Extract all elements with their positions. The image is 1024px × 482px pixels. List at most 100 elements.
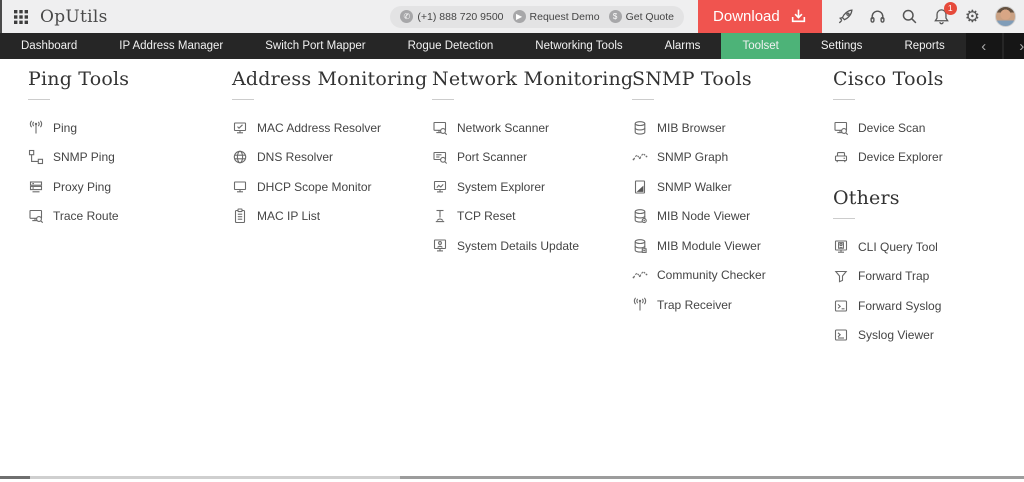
- tool-item-dhcp-scope-monitor[interactable]: DHCP Scope Monitor: [232, 172, 427, 202]
- nav-tab-ip-address-manager[interactable]: IP Address Manager: [98, 33, 244, 59]
- tool-item-network-scanner[interactable]: Network Scanner: [432, 113, 633, 143]
- tool-item-ping[interactable]: Ping: [28, 113, 129, 143]
- cli-terminal-icon: [833, 239, 849, 255]
- tool-item-trace-route[interactable]: Trace Route: [28, 202, 129, 232]
- tool-item-snmp-walker[interactable]: SNMP Walker: [632, 172, 766, 202]
- tool-item-trap-receiver[interactable]: Trap Receiver: [632, 290, 766, 320]
- tool-item-label: Proxy Ping: [53, 179, 112, 194]
- nav-tab-dashboard[interactable]: Dashboard: [0, 33, 98, 59]
- tool-item-snmp-ping[interactable]: SNMP Ping: [28, 143, 129, 173]
- nav-scroll-controls: ‹ ›: [965, 33, 1024, 59]
- section-title-others: Others: [833, 187, 900, 209]
- nav-tab-toolset[interactable]: Toolset: [721, 33, 800, 59]
- line-graph-icon: [632, 267, 648, 283]
- screen-search-icon: [432, 149, 448, 165]
- nav-tab-switch-port-mapper[interactable]: Switch Port Mapper: [244, 33, 386, 59]
- bell-icon[interactable]: 1: [933, 2, 957, 25]
- plunger-icon: [432, 208, 448, 224]
- nav-tab-rogue-detection[interactable]: Rogue Detection: [387, 33, 515, 59]
- tool-item-mib-module-viewer[interactable]: MIB Module Viewer: [632, 231, 766, 261]
- get-quote-link[interactable]: $ Get Quote: [608, 10, 674, 23]
- tool-item-system-explorer[interactable]: System Explorer: [432, 172, 633, 202]
- antenna-icon: [28, 120, 44, 136]
- tool-item-label: Forward Trap: [858, 269, 930, 284]
- antenna-icon: [632, 297, 648, 313]
- app-grid-icon[interactable]: [13, 9, 29, 25]
- avatar[interactable]: [995, 6, 1016, 27]
- section-underline: [833, 99, 855, 100]
- funnel-icon: [833, 268, 849, 284]
- tool-item-label: DHCP Scope Monitor: [257, 179, 372, 194]
- tool-item-label: SNMP Ping: [53, 150, 115, 165]
- tool-item-proxy-ping[interactable]: Proxy Ping: [28, 172, 129, 202]
- section-underline: [232, 99, 254, 100]
- nav-scroll-right-icon[interactable]: ›: [1003, 33, 1024, 59]
- tool-item-cli-query-tool[interactable]: CLI Query Tool: [833, 232, 944, 262]
- tool-item-forward-syslog[interactable]: Forward Syslog: [833, 291, 944, 321]
- terminal-icon: [833, 298, 849, 314]
- tool-item-syslog-viewer[interactable]: Syslog Viewer: [833, 321, 944, 351]
- monitor-person-icon: [432, 238, 448, 254]
- topbar: OpUtils ✆ (+1) 888 720 9500 ▶ Request De…: [0, 0, 1024, 33]
- tool-item-label: System Explorer: [457, 179, 546, 194]
- notification-badge: 1: [943, 2, 957, 15]
- rocket-icon[interactable]: [837, 8, 854, 25]
- download-icon: [790, 8, 807, 25]
- nav-tab-alarms[interactable]: Alarms: [644, 33, 722, 59]
- tool-item-label: CLI Query Tool: [858, 239, 938, 254]
- scrollbar-thumb[interactable]: [30, 476, 400, 479]
- section-underline: [432, 99, 454, 100]
- horizontal-scrollbar[interactable]: [0, 476, 1024, 479]
- monitor-icon: [232, 179, 248, 195]
- phone-link[interactable]: ✆ (+1) 888 720 9500: [400, 10, 504, 23]
- nav-scroll-left-icon[interactable]: ‹: [965, 33, 1002, 59]
- tool-item-label: MAC Address Resolver: [257, 120, 382, 135]
- tool-item-system-details-update[interactable]: System Details Update: [432, 231, 633, 261]
- primary-nav: Dashboard IP Address Manager Switch Port M…: [0, 33, 1024, 59]
- app-title: OpUtils: [40, 6, 108, 27]
- line-graph-icon: [632, 149, 648, 165]
- toolset-panel: Ping Tools Ping SNMP Ping Proxy Ping Trace R…: [0, 59, 1024, 476]
- nav-tab-networking-tools[interactable]: Networking Tools: [514, 33, 643, 59]
- tool-item-label: MIB Node Viewer: [657, 209, 751, 224]
- nav-tab-settings[interactable]: Settings: [800, 33, 884, 59]
- tool-item-label: MAC IP List: [257, 209, 321, 224]
- demo-icon: ▶: [512, 10, 526, 23]
- section-underline: [28, 99, 50, 100]
- tool-item-mib-node-viewer[interactable]: MIB Node Viewer: [632, 202, 766, 232]
- clipboard-icon: [232, 208, 248, 224]
- tool-item-label: MIB Module Viewer: [657, 238, 761, 253]
- nav-tab-reports[interactable]: Reports: [883, 33, 965, 59]
- request-demo-link[interactable]: ▶ Request Demo: [512, 10, 600, 23]
- monitor-chart-icon: [432, 179, 448, 195]
- tool-item-label: Ping: [53, 120, 78, 135]
- section-title-snmp-tools: SNMP Tools: [632, 68, 752, 90]
- tool-item-label: MIB Browser: [657, 120, 726, 135]
- tool-item-forward-trap[interactable]: Forward Trap: [833, 262, 944, 292]
- tool-item-device-explorer[interactable]: Device Explorer: [833, 143, 944, 173]
- tool-item-mac-ip-list[interactable]: MAC IP List: [232, 202, 427, 232]
- toolset-column: Ping Tools Ping SNMP Ping Proxy Ping Trace R…: [28, 68, 129, 231]
- tool-item-snmp-graph[interactable]: SNMP Graph: [632, 143, 766, 173]
- tool-item-label: Device Explorer: [858, 150, 943, 165]
- network-nodes-icon: [28, 149, 44, 165]
- tool-item-dns-resolver[interactable]: DNS Resolver: [232, 143, 427, 173]
- phone-number: (+1) 888 720 9500: [417, 10, 504, 23]
- download-button[interactable]: Download: [698, 0, 822, 33]
- tool-item-mac-address-resolver[interactable]: MAC Address Resolver: [232, 113, 427, 143]
- tool-item-community-checker[interactable]: Community Checker: [632, 261, 766, 291]
- monitor-check-icon: [232, 120, 248, 136]
- server-stack-icon: [28, 179, 44, 195]
- toolset-column: Address Monitoring MAC Address Resolver DN…: [232, 68, 427, 231]
- headset-icon[interactable]: [869, 8, 886, 25]
- tool-item-device-scan[interactable]: Device Scan: [833, 113, 944, 143]
- scrollbar-left-button[interactable]: [0, 476, 30, 479]
- tool-item-port-scanner[interactable]: Port Scanner: [432, 143, 633, 173]
- section-title-address-monitoring: Address Monitoring: [232, 68, 428, 90]
- search-icon[interactable]: [901, 8, 918, 25]
- tool-item-tcp-reset[interactable]: TCP Reset: [432, 202, 633, 232]
- tool-item-mib-browser[interactable]: MIB Browser: [632, 113, 766, 143]
- request-demo-label: Request Demo: [529, 10, 600, 23]
- primary-nav-tabs: Dashboard IP Address Manager Switch Port M…: [0, 33, 966, 59]
- gear-icon[interactable]: ⚙: [965, 8, 980, 25]
